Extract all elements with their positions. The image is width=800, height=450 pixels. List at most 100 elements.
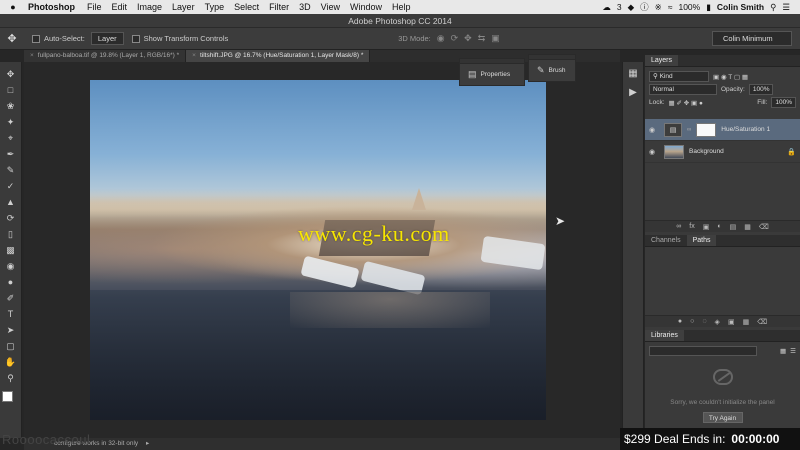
trash-icon[interactable]: ⌫	[757, 318, 767, 326]
fx-icon[interactable]: fx	[689, 223, 694, 230]
layer-mask-thumbnail[interactable]	[696, 122, 717, 137]
layer-row-background[interactable]: ◉ Background 🔒	[645, 141, 800, 163]
healing-brush-tool-icon[interactable]: ✎	[2, 162, 20, 178]
quick-select-tool-icon[interactable]: ✦	[2, 114, 20, 130]
move-tool-icon[interactable]: ✥	[0, 32, 24, 45]
panel-grip[interactable]	[460, 59, 524, 64]
visibility-eye-icon[interactable]: ◉	[649, 148, 659, 156]
lock-icons[interactable]: ▦ ✐ ✥ ▣ ●	[669, 99, 703, 107]
menu-window[interactable]: Window	[350, 2, 382, 12]
menu-select[interactable]: Select	[234, 2, 259, 12]
workspace-dropdown[interactable]: Colin Minimum	[712, 31, 792, 46]
crop-tool-icon[interactable]: ⌖	[2, 130, 20, 146]
make-path-icon[interactable]: ◈	[715, 318, 720, 326]
clone-stamp-tool-icon[interactable]: ▲	[2, 194, 20, 210]
menu-edit[interactable]: Edit	[112, 2, 128, 12]
eyedropper-tool-icon[interactable]: ✒	[2, 146, 20, 162]
close-tab-icon[interactable]: ×	[30, 52, 34, 59]
visibility-eye-icon[interactable]: ◉	[649, 126, 659, 134]
path-selection-tool-icon[interactable]: ➤	[2, 322, 20, 338]
panel-grip[interactable]	[529, 55, 575, 60]
actions-icon[interactable]: ▶	[629, 87, 637, 98]
tab-libraries[interactable]: Libraries	[645, 330, 684, 341]
try-again-button[interactable]: Try Again	[702, 412, 743, 423]
library-dropdown[interactable]	[649, 345, 757, 356]
promo-banner[interactable]: $299 Deal Ends in: 00:00:00	[620, 428, 800, 450]
menu-layer[interactable]: Layer	[172, 2, 195, 12]
history-icon[interactable]: ▦	[628, 68, 637, 79]
opacity-input[interactable]: 100%	[748, 84, 774, 95]
creative-cloud-icon[interactable]: ☁	[602, 2, 611, 13]
tab-fullpano[interactable]: × fullpano-balboa.tif @ 19.8% (Layer 1, R…	[24, 50, 187, 62]
tab-layers[interactable]: Layers	[645, 55, 679, 66]
history-brush-tool-icon[interactable]: ⟳	[2, 210, 20, 226]
dropbox-icon[interactable]: ◆	[628, 2, 635, 13]
status-arrow-icon[interactable]: ▸	[146, 440, 149, 447]
fill-path-icon[interactable]: ●	[678, 318, 682, 325]
layer-filter-dropdown[interactable]: ⚲ Kind	[649, 71, 709, 82]
new-path-icon[interactable]: ▦	[743, 318, 750, 326]
stroke-path-icon[interactable]: ○	[690, 318, 694, 325]
zoom-tool-icon[interactable]: ⚲	[2, 370, 20, 386]
hand-tool-icon[interactable]: ✋	[2, 354, 20, 370]
lock-icon[interactable]: 🔒	[787, 148, 796, 156]
3d-mode-icons[interactable]: ◉⟳✥⇆▣	[437, 33, 506, 44]
blur-tool-icon[interactable]: ◉	[2, 258, 20, 274]
type-tool-icon[interactable]: T	[2, 306, 20, 322]
new-layer-icon[interactable]: ▦	[744, 223, 751, 231]
foreground-color-swatch[interactable]	[1, 391, 13, 402]
menu-file[interactable]: File	[87, 2, 102, 12]
canvas-area[interactable]: www.cg-ku.com	[24, 62, 620, 438]
layer-row-hue-saturation[interactable]: ◉ ▤ ∞ Hue/Saturation 1	[645, 119, 800, 141]
list-view-icon[interactable]: ☰	[790, 347, 796, 355]
link-icon[interactable]: ∞	[687, 127, 691, 133]
add-mask-icon[interactable]: ▣	[728, 318, 735, 326]
menu-view[interactable]: View	[321, 2, 340, 12]
close-tab-icon[interactable]: ×	[192, 52, 196, 59]
shape-tool-icon[interactable]: ▢	[2, 338, 20, 354]
notification-badge[interactable]: 3	[617, 2, 622, 12]
auto-select-checkbox[interactable]	[32, 34, 40, 43]
menu-3d[interactable]: 3D	[299, 2, 311, 12]
load-selection-icon[interactable]: ◌	[702, 318, 706, 325]
blend-mode-dropdown[interactable]: Normal	[649, 84, 717, 95]
menu-image[interactable]: Image	[137, 2, 162, 12]
eraser-tool-icon[interactable]: ▯	[2, 226, 20, 242]
trash-icon[interactable]: ⌫	[759, 223, 769, 231]
grid-view-icon[interactable]: ▦	[780, 347, 786, 355]
bluetooth-icon[interactable]: ※	[655, 2, 662, 13]
lasso-tool-icon[interactable]: ❀	[2, 98, 20, 114]
wifi-icon[interactable]: ≈	[668, 2, 673, 12]
user-menu[interactable]: Colin Smith	[717, 2, 764, 12]
battery-icon[interactable]: ▮	[706, 2, 711, 13]
properties-panel-button[interactable]: ▤ Properties	[459, 58, 525, 86]
brush-tool-icon[interactable]: ✓	[2, 178, 20, 194]
adjustment-layer-icon[interactable]: ◐	[717, 223, 721, 230]
notifications-icon[interactable]: ☰	[782, 2, 790, 13]
apple-icon[interactable]: ●	[6, 2, 20, 12]
menu-help[interactable]: Help	[392, 2, 411, 12]
menu-filter[interactable]: Filter	[269, 2, 289, 12]
transform-controls-checkbox[interactable]	[131, 34, 140, 43]
move-tool-icon[interactable]: ✥	[2, 66, 20, 82]
tab-tiltshift[interactable]: × tiltshift.JPG @ 16.7% (Hue/Saturation 1…	[186, 50, 371, 62]
dodge-tool-icon[interactable]: ●	[2, 274, 20, 290]
auto-select-dropdown[interactable]: Layer	[90, 32, 124, 45]
filter-icons[interactable]: ▣ ◉ T ▢ ▦	[713, 73, 748, 81]
brush-panel-button[interactable]: ✎ Brush	[528, 54, 576, 82]
tab-paths[interactable]: Paths	[686, 235, 717, 246]
app-menu[interactable]: Photoshop	[28, 2, 75, 12]
fill-input[interactable]: 100%	[771, 97, 796, 108]
menu-type[interactable]: Type	[205, 2, 225, 12]
new-group-icon[interactable]: ▤	[730, 223, 737, 231]
document-image[interactable]: www.cg-ku.com	[90, 80, 546, 420]
info-icon[interactable]: ⓘ	[640, 1, 649, 13]
tab-channels[interactable]: Channels	[645, 235, 687, 246]
color-swatches[interactable]	[1, 390, 21, 410]
pen-tool-icon[interactable]: ✐	[2, 290, 20, 306]
search-icon[interactable]: ⚲	[770, 2, 776, 13]
link-layers-icon[interactable]: ∞	[676, 223, 681, 230]
marquee-tool-icon[interactable]: □	[2, 82, 20, 98]
gradient-tool-icon[interactable]: ▩	[2, 242, 20, 258]
add-mask-icon[interactable]: ▣	[703, 223, 710, 231]
